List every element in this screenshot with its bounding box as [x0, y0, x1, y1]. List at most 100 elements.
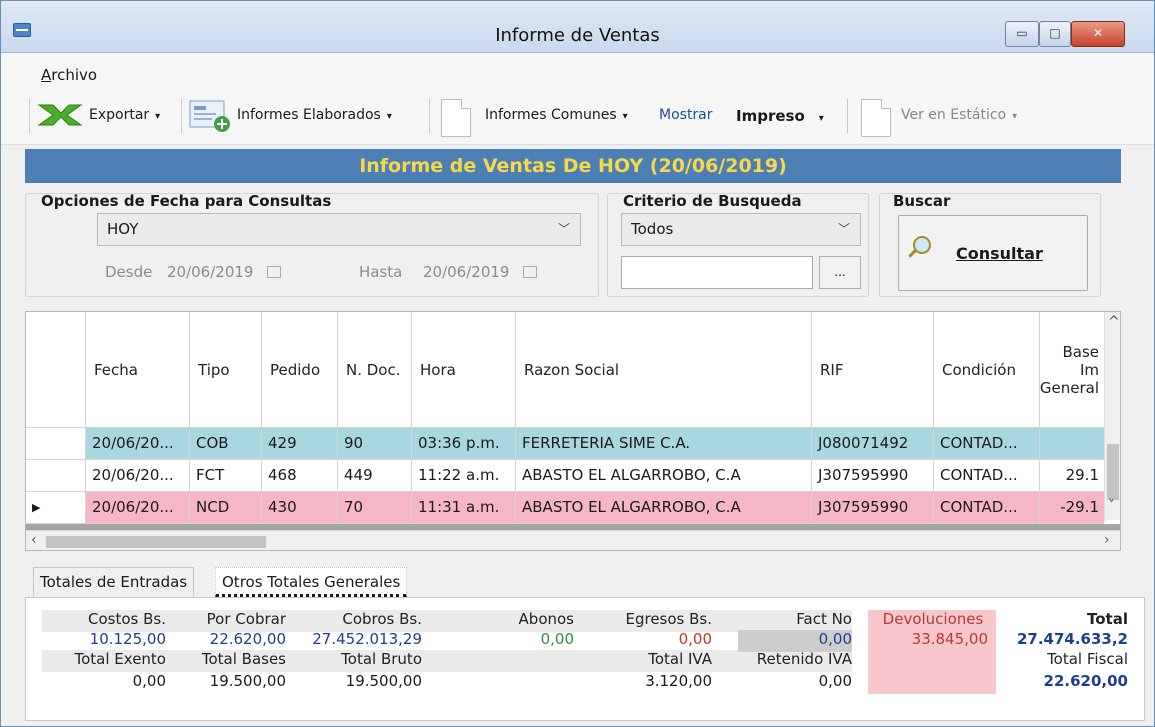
table-row[interactable]: 20/06/20... COB 429 90 03:36 p.m. FERRET… [26, 428, 1106, 460]
fiscal-value: 22.620,00 [1043, 672, 1128, 690]
menu-archivo-label: rchivo [51, 66, 98, 84]
report-window: Informe de Ventas ▭ □ ✕ Archivo Exportar… [0, 0, 1155, 727]
search-options-button[interactable]: ... [819, 256, 861, 289]
consultar-label: Consultar [956, 244, 1043, 263]
ver-estatico-button[interactable]: Ver en Estático ▾ [901, 107, 1017, 123]
cobros-label: Cobros Bs. [342, 610, 422, 628]
grid-header-fecha[interactable]: Fecha [86, 312, 190, 428]
mostrar-label: Mostrar [659, 107, 713, 123]
grid-header-razon-social[interactable]: Razon Social [516, 312, 812, 428]
menu-archivo[interactable]: Archivo [41, 66, 97, 84]
cell-razon-social: ABASTO EL ALGARROBO, C.A [516, 492, 812, 523]
total-label: Total [1087, 610, 1128, 628]
cell-razon-social: FERRETERIA SIME C.A. [516, 428, 812, 459]
menu-archivo-accesskey: A [41, 66, 52, 84]
vertical-scrollbar[interactable]: ^ ˅ [1104, 312, 1120, 520]
excel-export-icon [37, 104, 83, 126]
maximize-button[interactable]: □ [1039, 21, 1071, 47]
cell-pedido: 430 [262, 492, 338, 523]
grid-header-condicion[interactable]: Condición [934, 312, 1040, 428]
costos-label: Costos Bs. [88, 610, 166, 628]
porcobrar-label: Por Cobrar [206, 610, 286, 628]
fecha-select-value: HOY [107, 220, 139, 238]
cell-condicion: CONTAD... [934, 460, 1040, 491]
grid-header-row-selector [26, 312, 86, 428]
tab-otros-totales[interactable]: Otros Totales Generales [215, 567, 408, 597]
toolbar-separator [429, 99, 430, 133]
cell-ndoc: 70 [338, 492, 412, 523]
minimize-button[interactable]: ▭ [1005, 21, 1039, 47]
desde-date-picker[interactable]: 20/06/2019 [167, 263, 282, 281]
calendar-icon [267, 266, 282, 278]
cell-condicion: CONTAD... [934, 428, 1040, 459]
scroll-down-icon[interactable]: ˅ [1108, 498, 1115, 514]
tab-totales-entradas[interactable]: Totales de Entradas [33, 567, 195, 597]
row-selector[interactable] [26, 428, 86, 459]
hasta-date-picker[interactable]: 20/06/2019 [423, 263, 538, 281]
cell-rif: J307595990 [812, 460, 934, 491]
cell-rif: J307595990 [812, 492, 934, 523]
fecha-select[interactable]: HOY ﹀ [97, 213, 581, 246]
grid-header-pedido[interactable]: Pedido [262, 312, 338, 428]
informes-elaborados-label: Informes Elaborados [237, 107, 381, 123]
criterio-group-title: Criterio de Busqueda [623, 192, 802, 210]
chevron-down-icon: ▾ [622, 111, 628, 122]
cell-razon-social: ABASTO EL ALGARROBO, C.A [516, 460, 812, 491]
exportar-button[interactable]: Exportar ▾ [89, 107, 160, 123]
menu-bar: Archivo [1, 53, 1154, 89]
search-icon [913, 236, 931, 254]
search-input[interactable] [621, 256, 813, 289]
informes-comunes-button[interactable]: Informes Comunes ▾ [485, 107, 628, 123]
scroll-up-icon[interactable]: ^ [1108, 314, 1120, 330]
cell-condicion: CONTAD... [934, 492, 1040, 523]
row-selector[interactable] [26, 460, 86, 491]
egresos-label: Egresos Bs. [625, 610, 712, 628]
abonos-label: Abonos [518, 610, 574, 628]
grid-header-rif[interactable]: RIF [812, 312, 934, 428]
exento-label: Total Exento [74, 650, 167, 668]
scroll-right-icon[interactable]: › [1104, 532, 1110, 548]
hasta-label: Hasta [359, 263, 403, 281]
grid-header-hora[interactable]: Hora [412, 312, 516, 428]
table-row[interactable]: 20/06/20... FCT 468 449 11:22 a.m. ABAST… [26, 460, 1106, 492]
horizontal-scrollbar[interactable]: ‹ › [26, 530, 1120, 550]
title-bar: Informe de Ventas ▭ □ ✕ [1, 1, 1154, 53]
scroll-left-icon[interactable]: ‹ [31, 532, 37, 548]
retenido-value: 0,00 [818, 672, 852, 690]
cell-base-imponible [1040, 428, 1106, 459]
sales-grid[interactable]: Fecha Tipo Pedido N. Doc. Hora Razon Soc… [25, 311, 1121, 551]
current-row-indicator-icon[interactable]: ▶ [26, 492, 86, 523]
informes-elaborados-button[interactable]: Informes Elaborados ▾ [237, 107, 392, 123]
toolbar-separator [29, 99, 30, 133]
cell-ndoc: 449 [338, 460, 412, 491]
horizontal-scroll-thumb[interactable] [46, 536, 266, 548]
totals-panel: Costos Bs. Por Cobrar Cobros Bs. Abonos … [25, 597, 1145, 721]
porcobrar-value: 22.620,00 [209, 630, 286, 648]
vertical-scroll-thumb[interactable] [1107, 444, 1119, 500]
grid-header-ndoc[interactable]: N. Doc. [338, 312, 412, 428]
table-row[interactable]: ▶ 20/06/20... NCD 430 70 11:31 a.m. ABAS… [26, 492, 1106, 524]
buscar-group-title: Buscar [893, 192, 951, 210]
iva-label: Total IVA [648, 650, 712, 668]
fiscal-label: Total Fiscal [1047, 650, 1128, 668]
cell-hora: 11:22 a.m. [412, 460, 516, 491]
impreso-dropdown[interactable]: Impreso ▾ [736, 107, 824, 125]
cell-tipo: NCD [190, 492, 262, 523]
cell-tipo: FCT [190, 460, 262, 491]
calendar-icon [523, 266, 538, 278]
criterio-select[interactable]: Todos ﹀ [621, 213, 861, 246]
cell-fecha: 20/06/20... [86, 492, 190, 523]
fecha-group-title: Opciones de Fecha para Consultas [41, 192, 332, 210]
close-button[interactable]: ✕ [1071, 21, 1125, 47]
chevron-down-icon: ▾ [818, 113, 824, 124]
exento-value: 0,00 [132, 672, 166, 690]
bases-label: Total Bases [201, 650, 286, 668]
cell-fecha: 20/06/20... [86, 460, 190, 491]
chevron-down-icon: ﹀ [837, 222, 850, 236]
grid-header-tipo[interactable]: Tipo [190, 312, 262, 428]
bruto-value: 19.500,00 [345, 672, 422, 690]
cell-hora: 03:36 p.m. [412, 428, 516, 459]
costos-value: 10.125,00 [89, 630, 166, 648]
grid-header-base-imponible[interactable]: Base Im General [1040, 312, 1108, 428]
consultar-button[interactable]: Consultar [898, 215, 1088, 291]
